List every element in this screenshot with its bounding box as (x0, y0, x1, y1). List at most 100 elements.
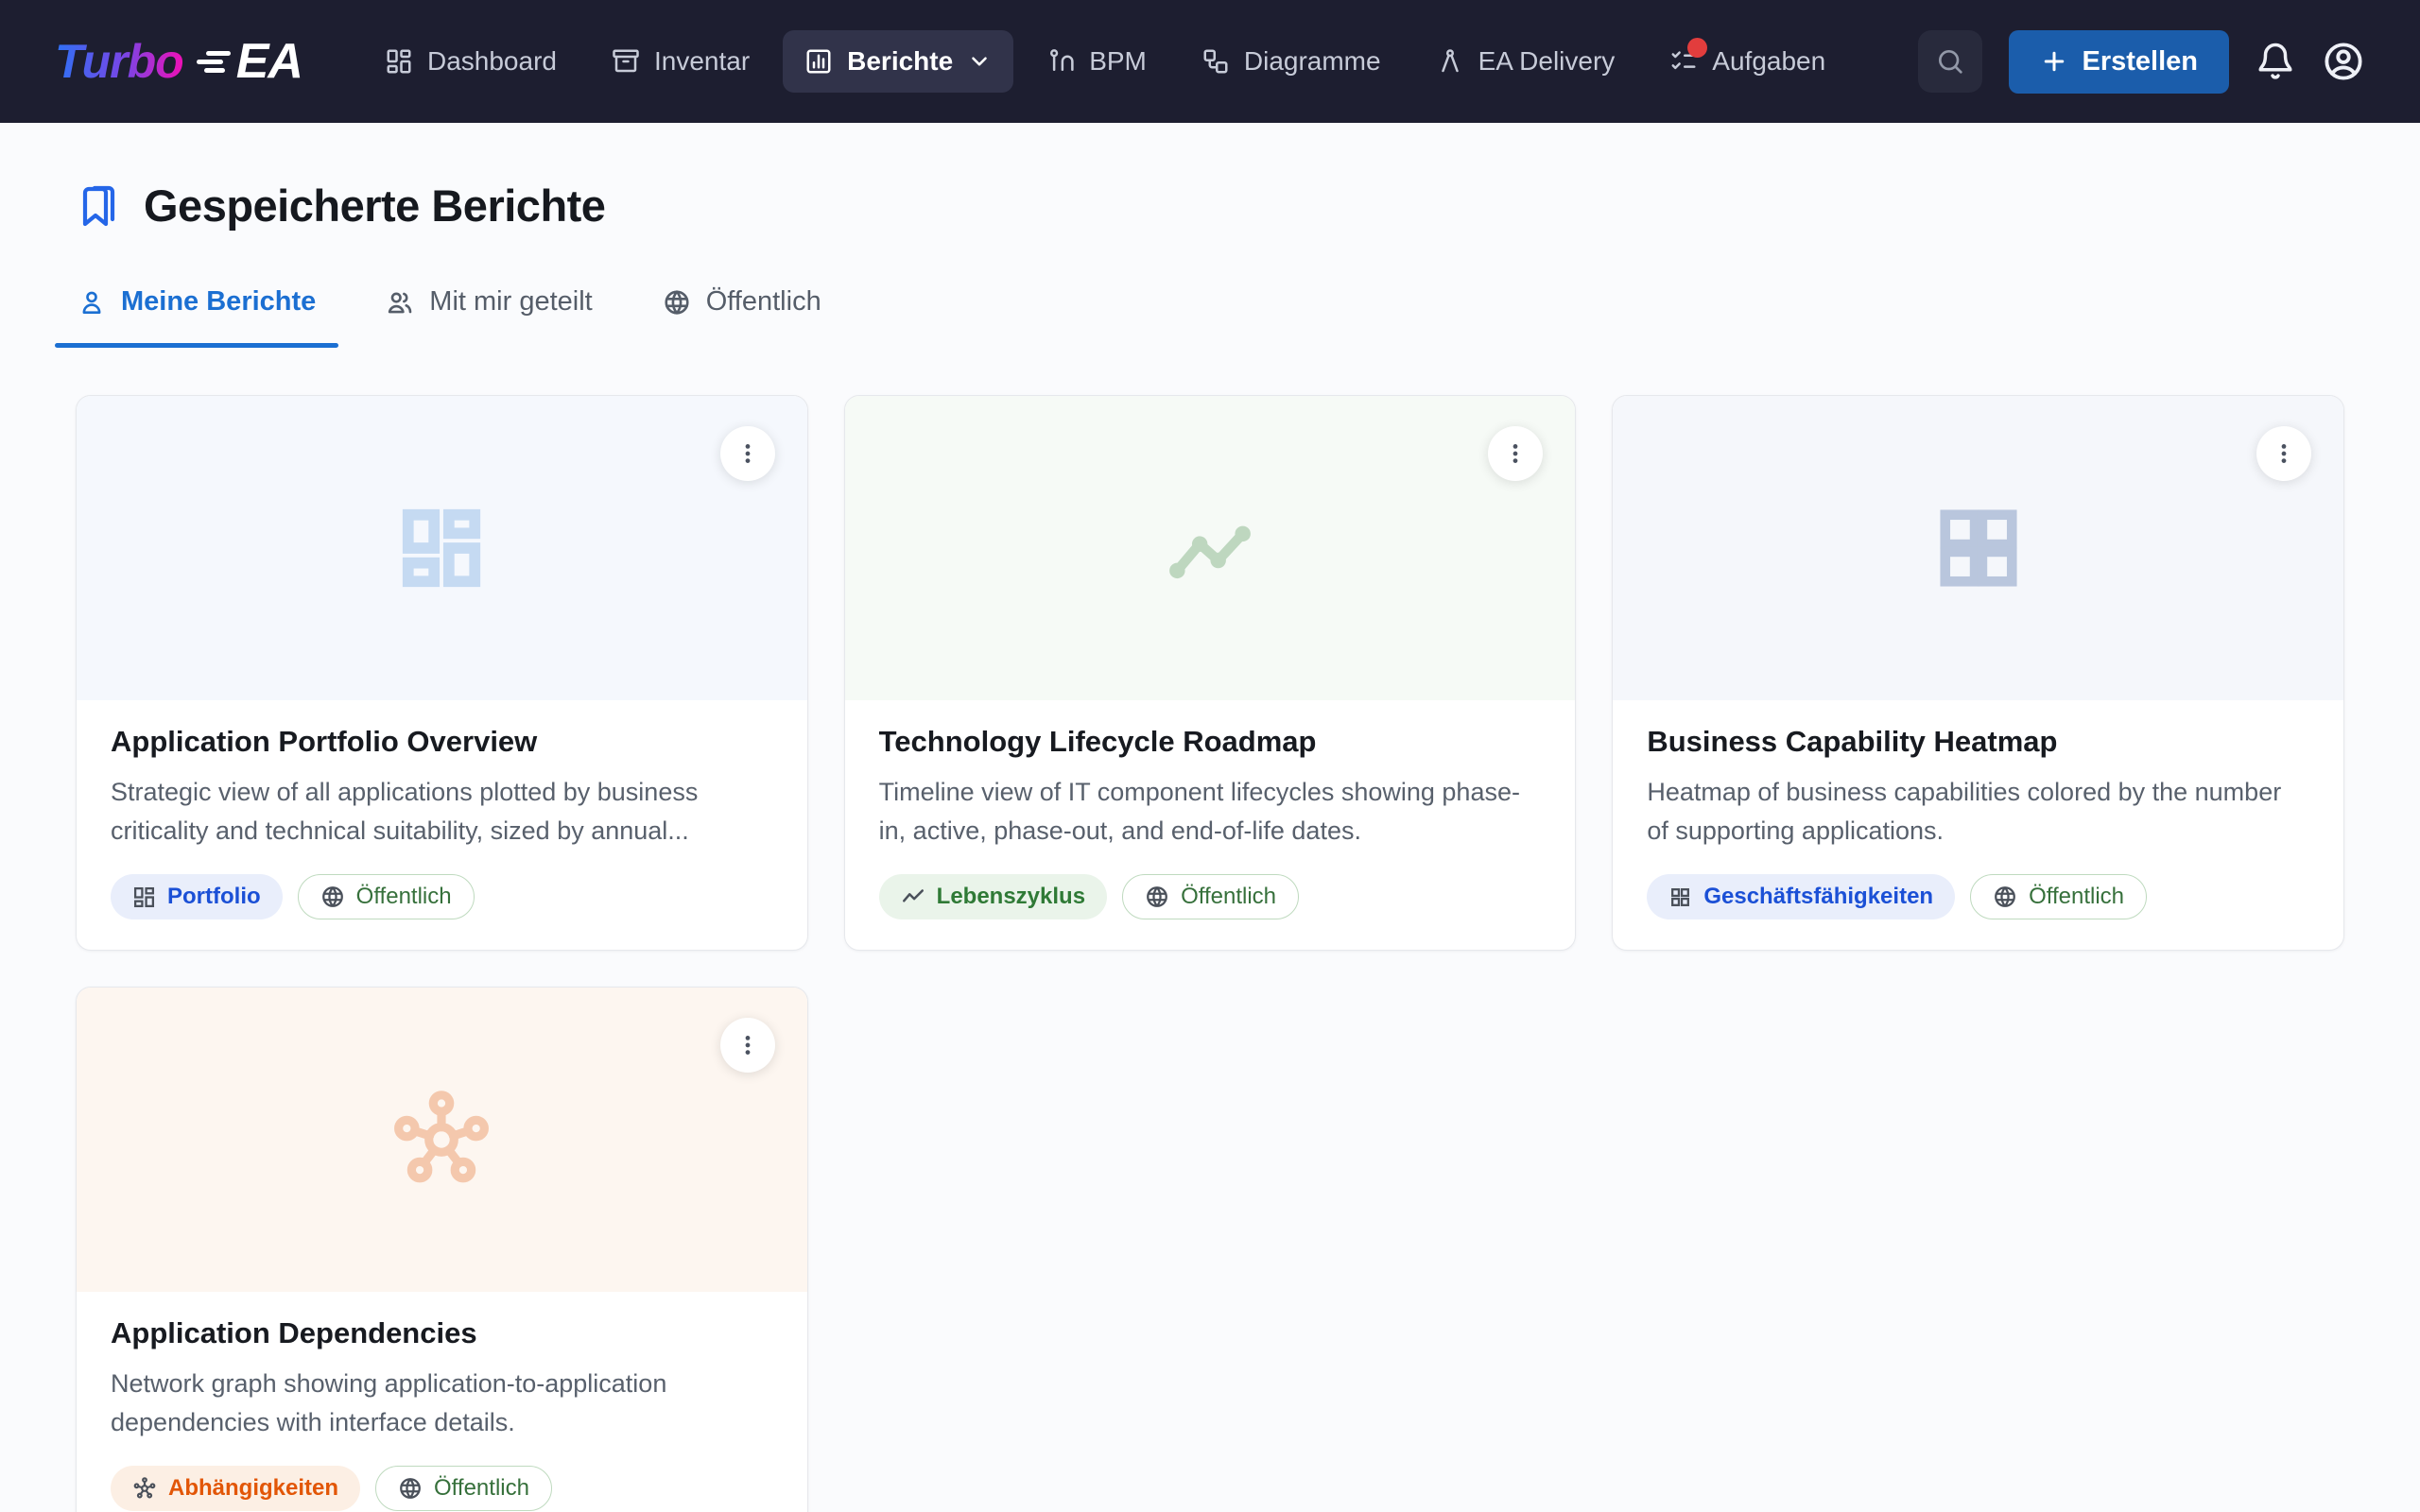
top-navbar: Turbo EA Dashboard Inventar Berichte BPM (0, 0, 2420, 123)
report-card-application-dependencies[interactable]: Application Dependencies Network graph s… (76, 987, 808, 1512)
card-title: Business Capability Heatmap (1647, 725, 2309, 759)
reports-grid: Application Portfolio Overview Strategic… (76, 395, 2344, 1512)
tab-meine-berichte[interactable]: Meine Berichte (76, 286, 318, 348)
card-menu-button[interactable] (2256, 426, 2311, 481)
nav-label: BPM (1089, 46, 1147, 77)
tag-oeffentlich[interactable]: Öffentlich (375, 1466, 552, 1511)
tab-label: Öffentlich (706, 286, 821, 318)
tag-label: Öffentlich (2029, 884, 2124, 910)
card-thumbnail (77, 988, 807, 1292)
card-thumbnail (845, 396, 1576, 700)
tag-oeffentlich[interactable]: Öffentlich (1122, 874, 1299, 919)
bookmark-icon (76, 183, 121, 229)
globe-icon (663, 288, 691, 317)
users-icon (386, 288, 414, 317)
create-button[interactable]: Erstellen (2009, 30, 2230, 94)
dashboard-icon (385, 47, 413, 76)
main-nav: Dashboard Inventar Berichte BPM Diagramm… (363, 30, 1847, 93)
globe-icon (320, 885, 345, 909)
nav-item-ea-delivery[interactable]: EA Delivery (1414, 30, 1637, 93)
archive-icon (612, 47, 640, 76)
tag-abhaengigkeiten[interactable]: Abhängigkeiten (111, 1466, 360, 1511)
main-content: Gespeicherte Berichte Meine Berichte Mit… (0, 123, 2420, 1512)
brand-logo[interactable]: Turbo EA (55, 33, 302, 90)
create-button-label: Erstellen (2083, 46, 2199, 77)
nav-item-inventar[interactable]: Inventar (590, 30, 771, 93)
tag-label: Öffentlich (1181, 884, 1276, 910)
nav-item-dashboard[interactable]: Dashboard (363, 30, 579, 93)
tab-oeffentlich[interactable]: Öffentlich (661, 286, 823, 348)
card-tags: Lebenszyklus Öffentlich (879, 874, 1542, 919)
hub-network-icon (389, 1088, 493, 1192)
card-body: Application Dependencies Network graph s… (77, 1292, 807, 1512)
card-description: Strategic view of all applications plott… (111, 773, 773, 850)
globe-icon (1993, 885, 2017, 909)
card-title: Application Dependencies (111, 1316, 773, 1350)
bell-icon (2256, 42, 2295, 81)
tab-label: Mit mir geteilt (429, 286, 592, 318)
grid-icon (132, 885, 156, 909)
search-button[interactable] (1918, 30, 1982, 93)
report-tabs: Meine Berichte Mit mir geteilt Öffentlic… (76, 286, 2344, 348)
bpm-process-icon (1046, 47, 1075, 76)
card-tags: Abhängigkeiten Öffentlich (111, 1466, 773, 1511)
card-title: Application Portfolio Overview (111, 725, 773, 759)
nav-label: EA Delivery (1478, 46, 1616, 77)
kebab-menu-icon (735, 441, 760, 466)
layout-dashboard-icon (397, 504, 486, 593)
nav-label: Aufgaben (1712, 46, 1825, 77)
report-card-technology-lifecycle-roadmap[interactable]: Technology Lifecycle Roadmap Timeline vi… (844, 395, 1577, 951)
tag-label: Geschäftsfähigkeiten (1703, 884, 1933, 910)
tag-oeffentlich[interactable]: Öffentlich (298, 874, 475, 919)
card-menu-button[interactable] (720, 426, 775, 481)
tab-label: Meine Berichte (121, 286, 316, 318)
plus-icon (2040, 47, 2068, 76)
brand-logo-ea: EA (236, 33, 302, 90)
tag-label: Portfolio (167, 884, 261, 910)
tag-geschaeftsfaehigkeiten[interactable]: Geschäftsfähigkeiten (1647, 874, 1955, 919)
card-tags: Portfolio Öffentlich (111, 874, 773, 919)
nav-item-bpm[interactable]: BPM (1025, 30, 1168, 93)
card-thumbnail (77, 396, 807, 700)
report-card-business-capability-heatmap[interactable]: Business Capability Heatmap Heatmap of b… (1612, 395, 2344, 951)
kebab-menu-icon (735, 1033, 760, 1057)
card-thumbnail (1613, 396, 2343, 700)
notifications-button[interactable] (2256, 42, 2295, 81)
speed-lines-icon (193, 47, 234, 81)
globe-icon (398, 1476, 423, 1501)
profile-button[interactable] (2322, 40, 2365, 83)
nav-label: Inventar (654, 46, 750, 77)
tag-lebenszyklus[interactable]: Lebenszyklus (879, 874, 1107, 919)
nav-item-aufgaben[interactable]: Aufgaben (1648, 30, 1847, 93)
card-description: Heatmap of business capabilities colored… (1647, 773, 2309, 850)
nav-item-diagramme[interactable]: Diagramme (1180, 30, 1403, 93)
workflow-icon (1201, 47, 1230, 76)
user-icon (78, 288, 106, 317)
card-body: Technology Lifecycle Roadmap Timeline vi… (845, 700, 1576, 950)
kebab-menu-icon (2272, 441, 2296, 466)
trending-line-icon (1161, 499, 1259, 597)
tag-label: Lebenszyklus (937, 884, 1085, 910)
tag-portfolio[interactable]: Portfolio (111, 874, 283, 919)
card-body: Application Portfolio Overview Strategic… (77, 700, 807, 950)
report-chart-icon (804, 47, 833, 76)
globe-icon (1145, 885, 1169, 909)
tab-mit-mir-geteilt[interactable]: Mit mir geteilt (384, 286, 594, 348)
tag-oeffentlich[interactable]: Öffentlich (1970, 874, 2147, 919)
nav-label: Dashboard (427, 46, 557, 77)
tag-label: Öffentlich (434, 1475, 529, 1502)
card-description: Timeline view of IT component lifecycles… (879, 773, 1542, 850)
nav-label: Diagramme (1244, 46, 1381, 77)
tag-label: Abhängigkeiten (168, 1475, 338, 1502)
user-circle-icon (2322, 40, 2365, 83)
card-title: Technology Lifecycle Roadmap (879, 725, 1542, 759)
card-menu-button[interactable] (1488, 426, 1543, 481)
nav-item-berichte[interactable]: Berichte (783, 30, 1013, 93)
kebab-menu-icon (1503, 441, 1528, 466)
report-card-application-portfolio-overview[interactable]: Application Portfolio Overview Strategic… (76, 395, 808, 951)
chevron-down-icon (967, 49, 992, 74)
card-tags: Geschäftsfähigkeiten Öffentlich (1647, 874, 2309, 919)
trending-icon (901, 885, 925, 909)
nav-actions: Erstellen (1918, 30, 2366, 94)
card-menu-button[interactable] (720, 1018, 775, 1073)
